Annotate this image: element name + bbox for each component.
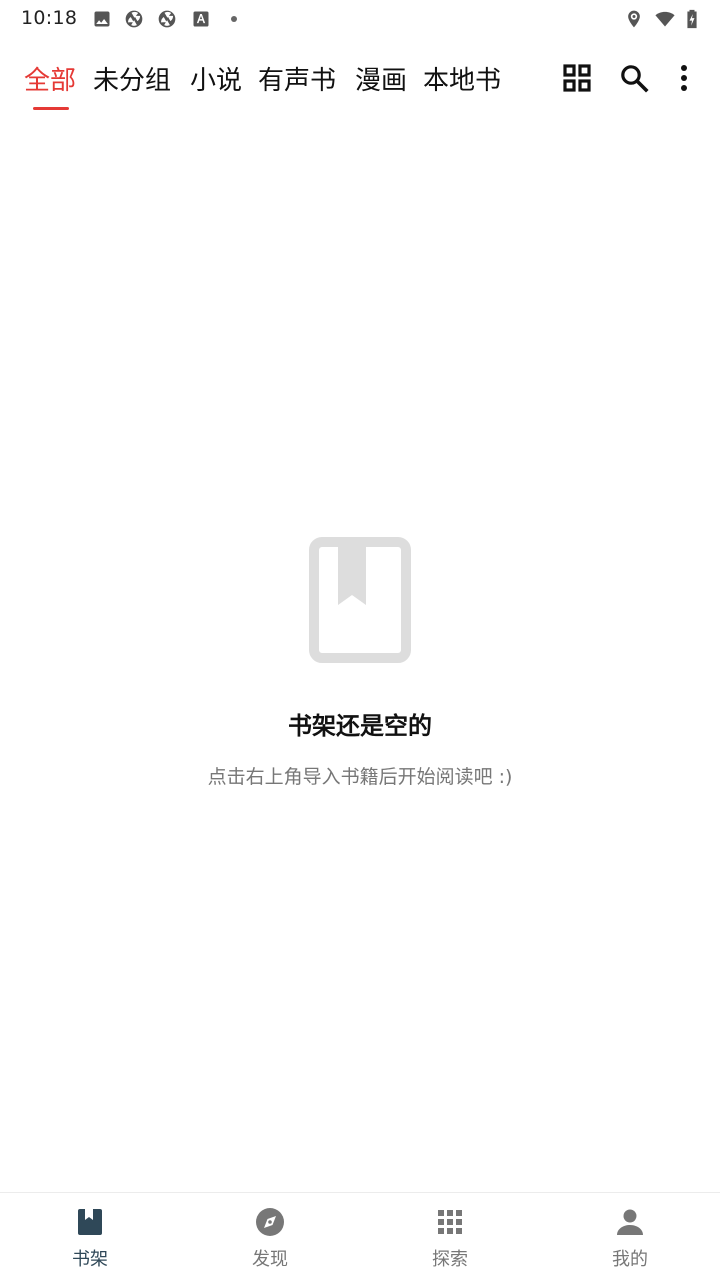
book-bookmark-icon xyxy=(309,537,411,663)
nav-explore[interactable]: 探索 xyxy=(360,1193,540,1280)
nav-label-profile: 我的 xyxy=(612,1249,648,1270)
more-vert-icon[interactable] xyxy=(668,62,700,94)
search-icon[interactable] xyxy=(618,62,650,94)
tab-comic[interactable]: 漫画 xyxy=(355,60,407,97)
wifi-icon xyxy=(655,11,675,27)
bottom-navigation: 书架 发现 探索 我的 xyxy=(0,1192,720,1280)
tab-local-books[interactable]: 本地书 xyxy=(423,60,501,97)
status-bar: 10:18 xyxy=(0,0,720,40)
tab-audiobook[interactable]: 有声书 xyxy=(258,60,336,97)
bookshelf-tabs: 全部 未分组 小说 有声书 漫画 本地书 xyxy=(0,52,720,116)
empty-state-title: 书架还是空的 xyxy=(288,712,432,740)
aperture-icon xyxy=(125,10,143,28)
location-icon xyxy=(628,10,640,28)
tab-novel[interactable]: 小说 xyxy=(190,60,242,97)
tab-ungrouped[interactable]: 未分组 xyxy=(93,60,171,97)
nav-discover[interactable]: 发现 xyxy=(180,1193,360,1280)
tab-all[interactable]: 全部 xyxy=(24,60,76,97)
grid-layout-icon[interactable] xyxy=(561,62,593,94)
person-icon xyxy=(617,1209,643,1235)
nav-profile[interactable]: 我的 xyxy=(540,1193,720,1280)
nav-label-discover: 发现 xyxy=(252,1249,288,1270)
nav-label-explore: 探索 xyxy=(432,1249,468,1270)
active-tab-indicator xyxy=(33,107,69,110)
image-icon xyxy=(94,11,110,27)
apps-grid-icon xyxy=(438,1210,462,1234)
empty-state-subtitle: 点击右上角导入书籍后开始阅读吧 :) xyxy=(207,766,513,788)
compass-icon xyxy=(256,1208,284,1236)
font-icon xyxy=(193,11,209,27)
nav-label-bookshelf: 书架 xyxy=(72,1249,108,1270)
dot-icon xyxy=(231,16,237,22)
status-time: 10:18 xyxy=(21,7,78,29)
nav-bookshelf[interactable]: 书架 xyxy=(0,1193,180,1280)
aperture-icon xyxy=(158,10,176,28)
battery-charging-icon xyxy=(687,9,697,29)
book-icon xyxy=(78,1209,102,1235)
